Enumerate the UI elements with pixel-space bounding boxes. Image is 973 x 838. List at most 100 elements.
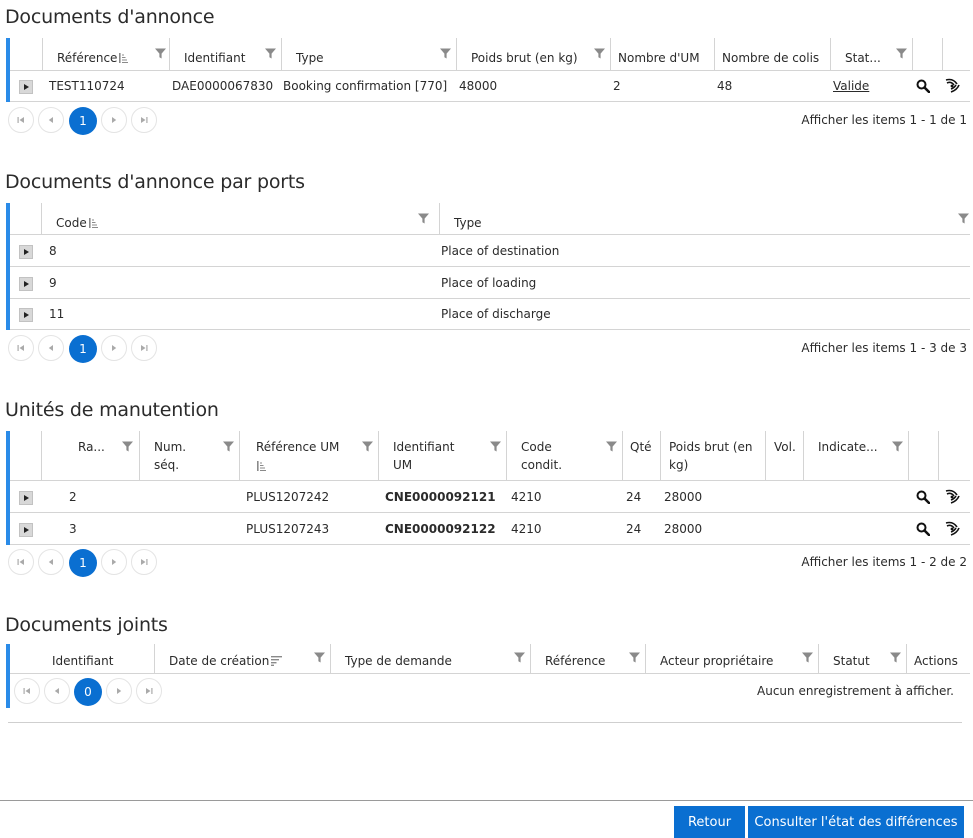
col-header-poids-brut[interactable]: Poids brut (en kg) bbox=[660, 431, 765, 480]
col-header-qte[interactable]: Qté bbox=[622, 431, 660, 480]
table-row[interactable]: 3 PLUS1207243 CNE0000092122 4210 24 2800… bbox=[10, 513, 970, 545]
col-header-identifiant-um[interactable]: Identifiant UM bbox=[378, 431, 506, 480]
filter-icon[interactable] bbox=[155, 48, 166, 59]
filter-icon[interactable] bbox=[514, 652, 525, 663]
filter-icon[interactable] bbox=[122, 441, 133, 452]
col-header-acteur[interactable]: Acteur propriétaire bbox=[645, 644, 818, 673]
last-page-icon[interactable] bbox=[136, 678, 162, 704]
table-row[interactable]: 2 PLUS1207242 CNE0000092121 4210 24 2800… bbox=[10, 481, 970, 513]
expand-icon[interactable] bbox=[19, 277, 33, 291]
prev-page-icon[interactable] bbox=[38, 549, 64, 575]
expand-icon[interactable] bbox=[19, 491, 33, 505]
col-header-date-creation[interactable]: Date de création bbox=[154, 644, 330, 673]
col-header-code-condit[interactable]: Code condit. bbox=[506, 431, 622, 480]
col-header-type-demande[interactable]: Type de demande bbox=[330, 644, 530, 673]
col-header-indicateur[interactable]: Indicate... bbox=[803, 431, 908, 480]
magnifier-icon[interactable] bbox=[908, 481, 938, 512]
last-page-icon[interactable] bbox=[131, 549, 157, 575]
current-page-button[interactable]: 1 bbox=[69, 107, 97, 135]
filter-icon[interactable] bbox=[314, 652, 325, 663]
table-row[interactable]: TEST110724 DAE0000067830 Booking confirm… bbox=[10, 71, 970, 102]
table-row[interactable]: 8 Place of destination bbox=[10, 235, 970, 267]
col-header-type[interactable]: Type bbox=[281, 38, 456, 70]
table-row[interactable]: 11 Place of discharge bbox=[10, 299, 970, 330]
col-header-nombre-colis[interactable]: Nombre de colis bbox=[714, 38, 830, 70]
filter-icon[interactable] bbox=[802, 652, 813, 663]
first-page-icon[interactable] bbox=[8, 549, 34, 575]
grid-header: Identifiant Date de création Type de dem… bbox=[10, 644, 970, 674]
view-differences-button[interactable]: Consulter l'état des différences bbox=[748, 806, 964, 838]
first-page-icon[interactable] bbox=[14, 678, 40, 704]
filter-icon[interactable] bbox=[896, 48, 907, 59]
sort-icon[interactable] bbox=[271, 656, 282, 666]
col-header-statut[interactable]: Statut bbox=[818, 644, 906, 673]
cell-identifiant-um: CNE0000092121 bbox=[385, 489, 496, 504]
magnifier-icon[interactable] bbox=[908, 513, 938, 544]
col-label-date-creation: Date de création bbox=[169, 654, 270, 668]
section-title-documents-annonce: Documents d'annonce bbox=[5, 6, 215, 28]
last-page-icon[interactable] bbox=[131, 107, 157, 133]
back-button[interactable]: Retour bbox=[674, 806, 745, 838]
filter-icon[interactable] bbox=[890, 652, 901, 663]
col-header-identifiant[interactable]: Identifiant bbox=[169, 38, 281, 70]
cell-reference-um: PLUS1207242 bbox=[246, 489, 330, 504]
sort-icon[interactable] bbox=[89, 218, 98, 228]
cell-rang: 3 bbox=[69, 521, 77, 536]
next-page-icon[interactable] bbox=[101, 335, 127, 361]
cell-code: 8 bbox=[49, 243, 57, 258]
table-row[interactable]: 9 Place of loading bbox=[10, 267, 970, 299]
signal-icon[interactable] bbox=[938, 71, 968, 101]
sort-icon[interactable] bbox=[257, 461, 266, 471]
expand-icon[interactable] bbox=[19, 523, 33, 537]
current-page-button[interactable]: 0 bbox=[74, 678, 102, 706]
section-title-unites-manutention: Unités de manutention bbox=[5, 399, 219, 421]
filter-icon[interactable] bbox=[362, 441, 373, 452]
magnifier-icon[interactable] bbox=[908, 71, 938, 101]
col-header-statut[interactable]: Stat... bbox=[830, 38, 912, 70]
prev-page-icon[interactable] bbox=[44, 678, 70, 704]
col-header-reference[interactable]: Référence bbox=[530, 644, 645, 673]
filter-icon[interactable] bbox=[629, 652, 640, 663]
col-header-rang[interactable]: Ra... bbox=[41, 431, 139, 480]
first-page-icon[interactable] bbox=[8, 107, 34, 133]
filter-icon[interactable] bbox=[440, 48, 451, 59]
filter-icon[interactable] bbox=[223, 441, 234, 452]
last-page-icon[interactable] bbox=[131, 335, 157, 361]
expand-icon[interactable] bbox=[19, 245, 33, 259]
filter-icon[interactable] bbox=[418, 213, 429, 224]
cell-qte: 24 bbox=[626, 521, 642, 536]
col-header-reference[interactable]: Référence bbox=[42, 38, 169, 70]
next-page-icon[interactable] bbox=[106, 678, 132, 704]
col-label-num-seq-1: Num. bbox=[154, 440, 187, 454]
col-header-code[interactable]: Code bbox=[41, 203, 439, 234]
next-page-icon[interactable] bbox=[101, 107, 127, 133]
col-header-vol[interactable]: Vol. bbox=[765, 431, 803, 480]
filter-icon[interactable] bbox=[892, 441, 903, 452]
filter-icon[interactable] bbox=[594, 48, 605, 59]
current-page-button[interactable]: 1 bbox=[69, 549, 97, 577]
expand-icon[interactable] bbox=[19, 308, 33, 322]
col-header-num-seq[interactable]: Num. séq. bbox=[139, 431, 239, 480]
col-header-type[interactable]: Type bbox=[439, 203, 970, 234]
first-page-icon[interactable] bbox=[8, 335, 34, 361]
signal-icon[interactable] bbox=[938, 481, 968, 512]
expand-icon[interactable] bbox=[19, 80, 33, 94]
filter-icon[interactable] bbox=[265, 48, 276, 59]
col-header-reference-um[interactable]: Référence UM bbox=[239, 431, 378, 480]
col-header-nombre-um[interactable]: Nombre d'UM bbox=[610, 38, 714, 70]
filter-icon[interactable] bbox=[958, 213, 969, 224]
sort-icon[interactable] bbox=[119, 53, 128, 63]
filter-icon[interactable] bbox=[490, 441, 501, 452]
col-label-nombre-um: Nombre d'UM bbox=[618, 51, 700, 65]
signal-icon[interactable] bbox=[938, 513, 968, 544]
prev-page-icon[interactable] bbox=[38, 107, 64, 133]
prev-page-icon[interactable] bbox=[38, 335, 64, 361]
col-label-actions: Actions bbox=[914, 654, 958, 668]
cell-nombre-um: 2 bbox=[613, 79, 621, 93]
col-header-identifiant[interactable]: Identifiant bbox=[38, 644, 154, 673]
next-page-icon[interactable] bbox=[101, 549, 127, 575]
current-page-button[interactable]: 1 bbox=[69, 335, 97, 363]
status-link[interactable]: Valide bbox=[833, 71, 869, 101]
col-header-poids[interactable]: Poids brut (en kg) bbox=[456, 38, 610, 70]
filter-icon[interactable] bbox=[606, 441, 617, 452]
